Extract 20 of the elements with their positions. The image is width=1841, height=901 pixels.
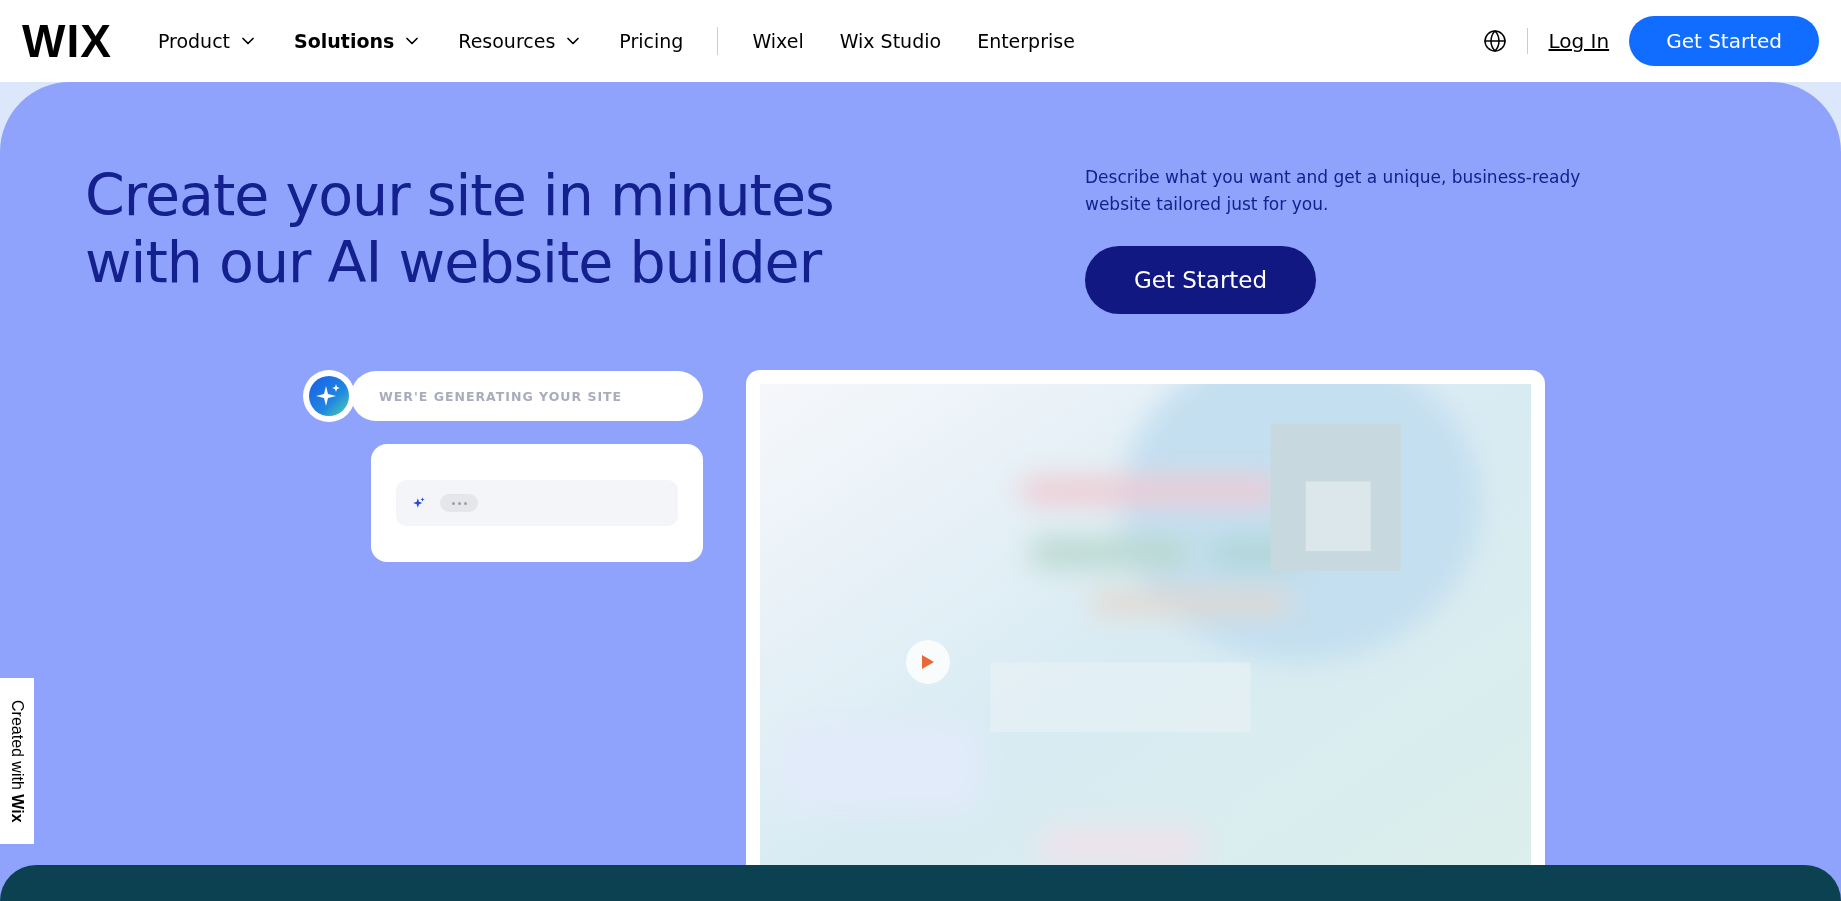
nav-link[interactable]: Wixel — [752, 30, 804, 52]
globe-icon[interactable] — [1483, 29, 1508, 53]
get-started-button[interactable]: Get Started — [1629, 16, 1819, 66]
nav-link[interactable]: Enterprise — [977, 30, 1075, 52]
hero-title: Create your site in minutes with our AI website builder — [85, 162, 835, 297]
nav-menu-item[interactable]: Solutions — [294, 30, 423, 52]
nav-menu-item[interactable]: Resources — [458, 30, 584, 52]
sparkle-icon — [412, 496, 426, 510]
get-started-button[interactable]: Get Started — [1085, 246, 1316, 314]
status-text: WER'E GENERATING YOUR SITE — [379, 388, 623, 404]
ai-avatar-icon — [309, 376, 349, 416]
nav-menu-item[interactable]: Pricing — [619, 30, 684, 52]
login-link[interactable]: Log In — [1548, 29, 1610, 53]
hero-description: Describe what you want and get a unique, business-ready website tailored just for you. — [1085, 166, 1582, 216]
nav-link[interactable]: Wix Studio — [839, 30, 942, 52]
play-icon — [921, 654, 935, 670]
nav-menu-item[interactable]: Product — [157, 30, 259, 52]
created-with-wix-badge[interactable]: Created with Wix — [0, 678, 34, 844]
wix-logo[interactable]: WIX — [22, 14, 112, 68]
typing-dots-icon — [440, 494, 478, 512]
